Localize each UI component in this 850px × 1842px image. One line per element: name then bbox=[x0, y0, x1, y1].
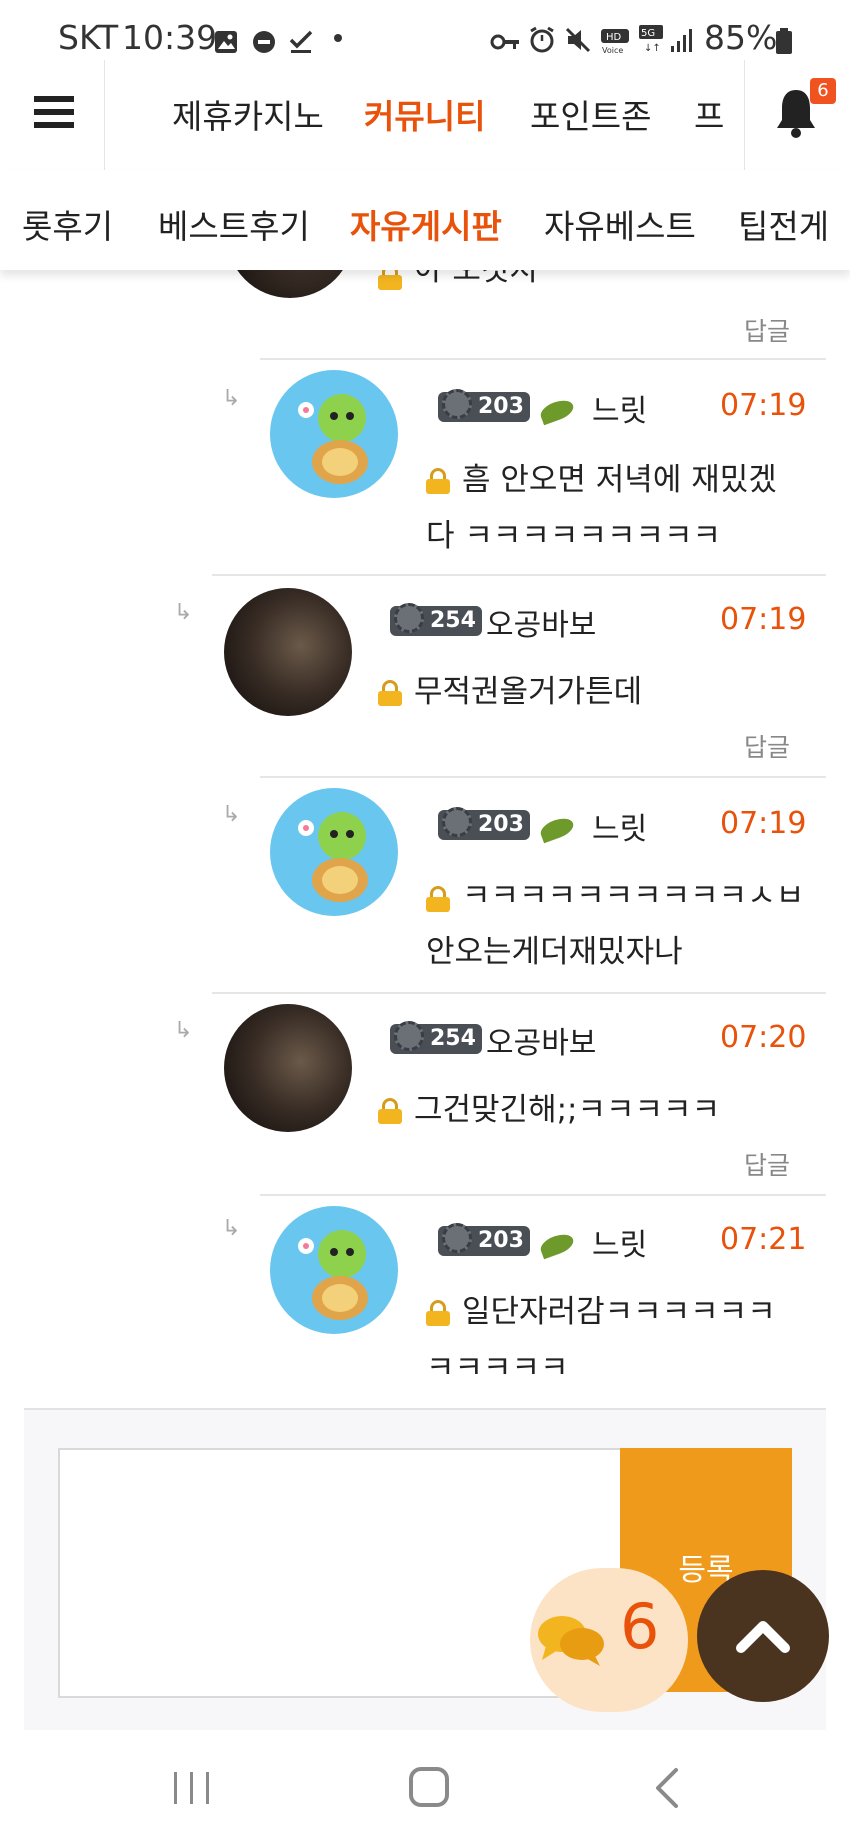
comment-text: 일단자러감ㅋㅋㅋㅋㅋㅋ bbox=[462, 1294, 776, 1330]
reply-arrow-icon: ↳ bbox=[222, 386, 241, 411]
signal-icon bbox=[671, 29, 692, 52]
comment-author[interactable]: 느릿 bbox=[592, 804, 647, 848]
level-badge: 203 bbox=[438, 807, 530, 840]
dnd-icon bbox=[253, 31, 275, 53]
recents-icon[interactable] bbox=[172, 1768, 212, 1808]
comment-text: ㅋㅋㅋㅋㅋㅋㅋㅋㅋㅋㅅㅂ bbox=[462, 878, 805, 914]
system-nav-bar bbox=[0, 1730, 850, 1842]
chat-count: 6 bbox=[620, 1590, 660, 1663]
notification-badge: 6 bbox=[810, 78, 836, 104]
clock: 10:39 bbox=[122, 18, 218, 57]
top-nav: 제휴카지노 커뮤니티 포인트존 프 6 bbox=[0, 60, 850, 171]
level-badge: 203 bbox=[438, 1223, 530, 1256]
leaf-icon bbox=[537, 1230, 577, 1260]
5g-icon: 5G ↓↑ bbox=[639, 25, 663, 54]
svg-text:5G: 5G bbox=[641, 28, 655, 39]
chat-bubbles-icon bbox=[538, 1616, 604, 1666]
leaf-icon bbox=[537, 814, 577, 844]
image-icon bbox=[215, 31, 237, 53]
carrier: SKT bbox=[58, 18, 119, 57]
reply-arrow-icon: ↳ bbox=[222, 802, 241, 827]
nav-divider bbox=[104, 60, 105, 170]
reply-button[interactable]: 답글 bbox=[744, 312, 790, 348]
comment-item: ↳ 203 느릿 07:21 일단자러감ㅋㅋㅋㅋㅋㅋ ㅋㅋㅋㅋㅋ bbox=[0, 1196, 850, 1376]
subnav-item-free-best[interactable]: 자유베스트 bbox=[544, 200, 696, 248]
comment-author[interactable]: 느릿 bbox=[592, 1220, 647, 1264]
comment-author[interactable]: 느릿 bbox=[592, 386, 647, 430]
comment-divider bbox=[212, 574, 826, 576]
reply-arrow-icon: ↳ bbox=[174, 600, 193, 625]
comment-time: 07:19 bbox=[720, 602, 807, 637]
comment-author[interactable]: 오공바보 bbox=[486, 600, 596, 644]
comment-text: 안오는게더재밌자나 bbox=[426, 934, 683, 970]
battery-icon bbox=[776, 28, 792, 54]
reply-button[interactable]: 답글 bbox=[744, 728, 790, 764]
nav-item-partner-casino[interactable]: 제휴카지노 bbox=[172, 90, 324, 138]
comment-text: 그건맞긴해;;ㅋㅋㅋㅋㅋ bbox=[414, 1092, 721, 1128]
comment-time: 07:19 bbox=[720, 388, 807, 423]
chevron-up-icon bbox=[736, 1621, 790, 1653]
lock-icon bbox=[378, 1098, 402, 1124]
avatar[interactable] bbox=[224, 1004, 352, 1132]
level-badge: 203 bbox=[438, 389, 530, 422]
avatar[interactable] bbox=[224, 588, 352, 716]
reply-arrow-icon: ↳ bbox=[174, 1018, 193, 1043]
comment-text: ㅋㅋㅋㅋㅋ bbox=[426, 1350, 569, 1376]
level-badge: 254 bbox=[390, 603, 482, 636]
key-icon bbox=[490, 34, 519, 50]
comment-divider bbox=[260, 776, 826, 778]
subnav-item-reviews[interactable]: 롯후기 bbox=[22, 200, 113, 248]
svg-text:↓↑: ↓↑ bbox=[644, 43, 661, 54]
svg-text:HD: HD bbox=[606, 32, 622, 43]
mute-icon bbox=[565, 27, 591, 53]
comment-text: 흠 안오면 저녁에 재밌겠 bbox=[462, 462, 777, 498]
leaf-icon bbox=[537, 396, 577, 426]
comment-author[interactable]: 오공바보 bbox=[486, 1018, 596, 1062]
scroll-top-button[interactable] bbox=[697, 1570, 829, 1702]
subnav-item-free-board[interactable]: 자유게시판 bbox=[350, 200, 502, 248]
comment-text: 무적권올거가튼데 bbox=[414, 674, 643, 710]
comment-text: 다 ㅋㅋㅋㅋㅋㅋㅋㅋㅋ bbox=[426, 518, 722, 554]
dot-indicator bbox=[334, 34, 342, 42]
nav-item-point-zone[interactable]: 포인트존 bbox=[530, 90, 651, 138]
nav-divider bbox=[744, 60, 745, 170]
home-icon[interactable] bbox=[408, 1766, 450, 1808]
lock-icon bbox=[426, 1300, 450, 1326]
subnav-item-best-reviews[interactable]: 베스트후기 bbox=[158, 200, 310, 248]
battery-percent: 85% bbox=[704, 18, 778, 57]
check-icon bbox=[289, 30, 313, 53]
lock-icon bbox=[378, 680, 402, 706]
reply-arrow-icon: ↳ bbox=[222, 1216, 241, 1241]
hd-voice-icon: HD Voice bbox=[601, 29, 629, 54]
lock-icon bbox=[426, 468, 450, 494]
avatar[interactable] bbox=[270, 370, 398, 498]
svg-text:Voice: Voice bbox=[602, 46, 623, 54]
sub-nav: 롯후기 베스트후기 자유게시판 자유베스트 팁전게 bbox=[0, 170, 850, 270]
avatar[interactable] bbox=[270, 1206, 398, 1334]
comment-time: 07:19 bbox=[720, 806, 807, 841]
comment-divider bbox=[212, 992, 826, 994]
comment-time: 07:21 bbox=[720, 1222, 807, 1257]
nav-item-more[interactable]: 프 bbox=[694, 90, 724, 138]
menu-icon[interactable] bbox=[34, 96, 74, 128]
lock-icon bbox=[426, 886, 450, 912]
alarm-icon bbox=[530, 26, 554, 53]
reply-button[interactable]: 답글 bbox=[744, 1146, 790, 1182]
comment-time: 07:20 bbox=[720, 1020, 807, 1055]
avatar[interactable] bbox=[270, 788, 398, 916]
back-icon[interactable] bbox=[652, 1766, 682, 1810]
nav-item-community[interactable]: 커뮤니티 bbox=[364, 90, 485, 138]
level-badge: 254 bbox=[390, 1021, 482, 1054]
subnav-item-tips[interactable]: 팁전게 bbox=[738, 200, 829, 248]
comment-divider bbox=[260, 358, 826, 360]
